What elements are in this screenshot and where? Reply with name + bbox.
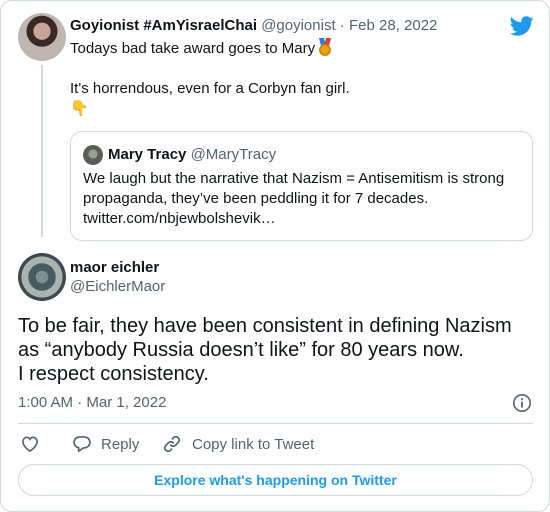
parent-date[interactable]: Feb 28, 2022 [349, 17, 437, 34]
info-icon[interactable] [512, 393, 532, 413]
reply-bubble-icon [73, 436, 91, 453]
quoted-tweet-header: Mary Tracy @MaryTracy [108, 146, 276, 164]
parent-display-name[interactable]: Goyionist #AmYisraelChai [70, 17, 257, 34]
embedded-tweet-card: Goyionist #AmYisraelChai @goyionist · Fe… [0, 0, 550, 512]
quoted-text-line-2: propaganda, they’ve been peddling it for… [83, 190, 429, 207]
quoted-link[interactable]: twitter.com/nbjewbolshevik… [83, 209, 523, 229]
parent-handle[interactable]: @goyionist [261, 17, 335, 34]
reply-button[interactable]: Reply [72, 433, 139, 455]
quoted-handle: @MaryTracy [190, 146, 277, 163]
parent-tweet-text: Todays bad take award goes to Mary It's … [70, 38, 510, 119]
main-text-line-1: To be fair, they have been consistent in… [18, 315, 512, 337]
link-icon [163, 435, 181, 453]
like-button[interactable] [20, 433, 40, 455]
quoted-text-line-1: We laugh but the narrative that Nazism =… [83, 170, 505, 187]
quoted-tweet[interactable]: Mary Tracy @MaryTracy We laugh but the n… [70, 131, 533, 241]
explore-twitter-button[interactable]: Explore what's happening on Twitter [18, 464, 533, 496]
parent-separator: · [339, 17, 345, 34]
heart-icon [22, 436, 38, 453]
main-tweet-avatar[interactable] [18, 253, 66, 301]
parent-tweet-avatar[interactable] [18, 13, 66, 61]
quoted-tweet-text: We laugh but the narrative that Nazism =… [83, 169, 523, 229]
medal-icon [318, 38, 332, 56]
main-tweet-timestamp[interactable]: 1:00 AM · Mar 1, 2022 [18, 394, 166, 412]
twitter-bird-icon[interactable] [510, 14, 534, 38]
parent-text-line-2: It's horrendous, even for a Corbyn fan g… [70, 80, 350, 97]
main-text-line-2: as “anybody Russia doesn’t like” for 80 … [18, 339, 464, 361]
main-display-name[interactable]: maor eichler [70, 259, 159, 277]
pointing-down-icon: 👇 [70, 100, 89, 117]
main-text-line-3: I respect consistency. [18, 363, 209, 385]
quoted-display-name: Mary Tracy [108, 146, 187, 163]
parent-tweet-header: Goyionist #AmYisraelChai @goyionist · Fe… [70, 17, 437, 35]
copy-link-button[interactable]: Copy link to Tweet [162, 433, 314, 455]
quoted-tweet-avatar [83, 145, 103, 165]
reply-label: Reply [101, 435, 140, 453]
divider [18, 423, 533, 424]
thread-connector-line [41, 65, 43, 237]
main-handle[interactable]: @EichlerMaor [70, 278, 165, 296]
copy-link-label: Copy link to Tweet [192, 435, 315, 453]
parent-text-line-1: Todays bad take award goes to Mary [70, 40, 316, 57]
main-tweet-text: To be fair, they have been consistent in… [18, 314, 533, 386]
